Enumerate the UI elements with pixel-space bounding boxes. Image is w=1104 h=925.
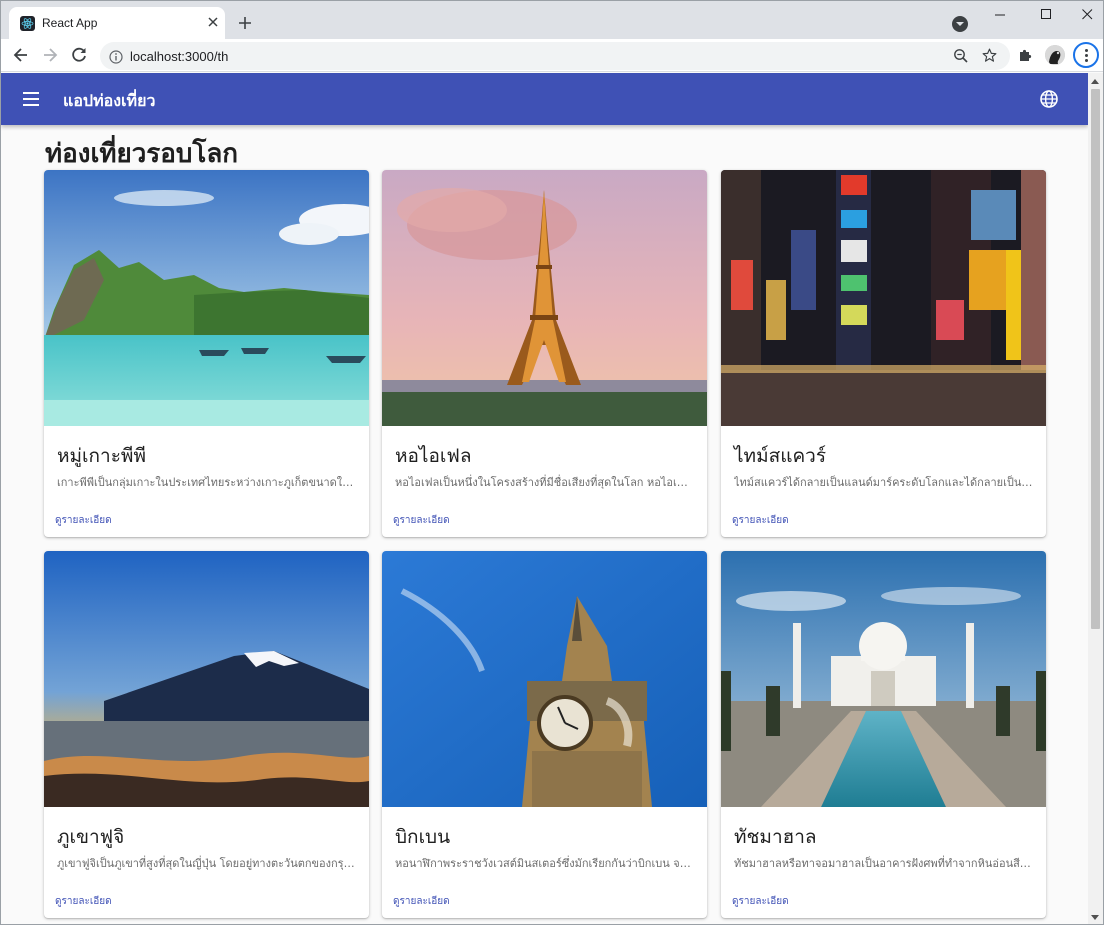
back-arrow-icon[interactable] (11, 45, 31, 65)
view-details-link[interactable]: ดูรายละเอียด (732, 513, 789, 528)
scroll-up-arrow-icon[interactable] (1091, 79, 1099, 84)
browser-tab[interactable]: React App (9, 7, 225, 39)
scrollbar-thumb[interactable] (1091, 89, 1100, 629)
times-square-image[interactable] (721, 170, 1046, 426)
destination-card[interactable]: หอไอเฟล หอไอเฟลเป็นหนึ่งในโครงสร้างที่มี… (382, 170, 707, 537)
language-globe-icon[interactable] (1039, 89, 1059, 113)
card-description: ทัชมาฮาลหรือทาจอมาฮาลเป็นอาคารฝังศพที่ทำ… (734, 857, 1034, 870)
page-title: ท่องเที่ยวรอบโลก (45, 139, 239, 169)
card-description: ภูเขาฟูจิเป็นภูเขาที่สูงที่สุดในญี่ปุ่น … (57, 857, 357, 870)
address-bar[interactable]: localhost:3000/th (100, 42, 1010, 70)
forward-arrow-icon[interactable] (40, 45, 60, 65)
view-details-link[interactable]: ดูรายละเอียด (393, 894, 450, 909)
destination-card[interactable]: หมู่เกาะพีพี เกาะพีพีเป็นกลุ่มเกาะในประเ… (44, 170, 369, 537)
eiffel-tower-image[interactable] (382, 170, 707, 426)
card-description: หอนาฬิกาพระราชวังเวสต์มินสเตอร์ซึ่งมักเร… (395, 857, 695, 870)
scroll-down-arrow-icon[interactable] (1091, 915, 1099, 920)
window-close-icon[interactable] (1069, 1, 1103, 29)
card-title: หมู่เกาะพีพี (57, 445, 146, 467)
browser-window: React App localhost:3000/th แอปท่องเที่ย… (0, 0, 1104, 925)
close-tab-icon[interactable] (205, 14, 221, 30)
card-title: ไทม์สแควร์ (734, 445, 827, 467)
reload-icon[interactable] (69, 45, 89, 65)
card-description: หอไอเฟลเป็นหนึ่งในโครงสร้างที่มีชื่อเสีย… (395, 476, 695, 489)
bookmark-star-icon[interactable] (981, 47, 998, 68)
url-text[interactable]: localhost:3000/th (130, 49, 228, 64)
new-tab-icon[interactable] (237, 15, 253, 31)
view-details-link[interactable]: ดูรายละเอียด (55, 513, 112, 528)
extensions-puzzle-icon[interactable] (1017, 47, 1033, 67)
site-info-icon[interactable] (109, 49, 123, 68)
maximize-icon[interactable] (1028, 1, 1064, 29)
card-title: ภูเขาฟูจิ (57, 826, 125, 848)
app-title: แอปท่องเที่ยว (63, 91, 156, 110)
view-details-link[interactable]: ดูรายละเอียด (55, 894, 112, 909)
page-scrollbar[interactable] (1088, 73, 1103, 924)
hamburger-menu-icon[interactable] (23, 92, 39, 106)
destination-card[interactable]: ภูเขาฟูจิ ภูเขาฟูจิเป็นภูเขาที่สูงที่สุด… (44, 551, 369, 918)
app-bar: แอปท่องเที่ยว (1, 73, 1088, 125)
minimize-icon[interactable] (982, 1, 1018, 29)
mount-fuji-image[interactable] (44, 551, 369, 807)
profile-avatar[interactable] (1045, 45, 1065, 65)
tab-title: React App (42, 16, 98, 30)
card-description: เกาะพีพีเป็นกลุ่มเกาะในประเทศไทยระหว่างเ… (57, 476, 357, 489)
page-viewport: แอปท่องเที่ยว ท่องเที่ยวรอบโลก หมู่เกาะพ… (1, 73, 1088, 924)
destination-card[interactable]: ทัชมาฮาล ทัชมาฮาลหรือทาจอมาฮาลเป็นอาคารฝ… (721, 551, 1046, 918)
destination-card[interactable]: ไทม์สแควร์ ไทม์สแควร์ได้กลายเป็นแลนด์มาร… (721, 170, 1046, 537)
react-favicon-icon (20, 16, 35, 31)
destination-card[interactable]: บิกเบน หอนาฬิกาพระราชวังเวสต์มินสเตอร์ซึ… (382, 551, 707, 918)
card-title: บิกเบน (395, 826, 451, 848)
tropical-island-image[interactable] (44, 170, 369, 426)
zoom-icon[interactable] (953, 48, 969, 68)
tab-strip: React App (1, 1, 1103, 39)
view-details-link[interactable]: ดูรายละเอียด (393, 513, 450, 528)
taj-mahal-image[interactable] (721, 551, 1046, 807)
view-details-link[interactable]: ดูรายละเอียด (732, 894, 789, 909)
card-title: ทัชมาฮาล (734, 826, 817, 848)
browser-menu-icon[interactable] (1073, 42, 1099, 68)
browser-toolbar: localhost:3000/th (1, 39, 1103, 72)
tab-search-icon[interactable] (952, 16, 968, 32)
card-title: หอไอเฟล (395, 445, 472, 467)
card-description: ไทม์สแควร์ได้กลายเป็นแลนด์มาร์คระดับโลกแ… (734, 476, 1034, 489)
big-ben-image[interactable] (382, 551, 707, 807)
